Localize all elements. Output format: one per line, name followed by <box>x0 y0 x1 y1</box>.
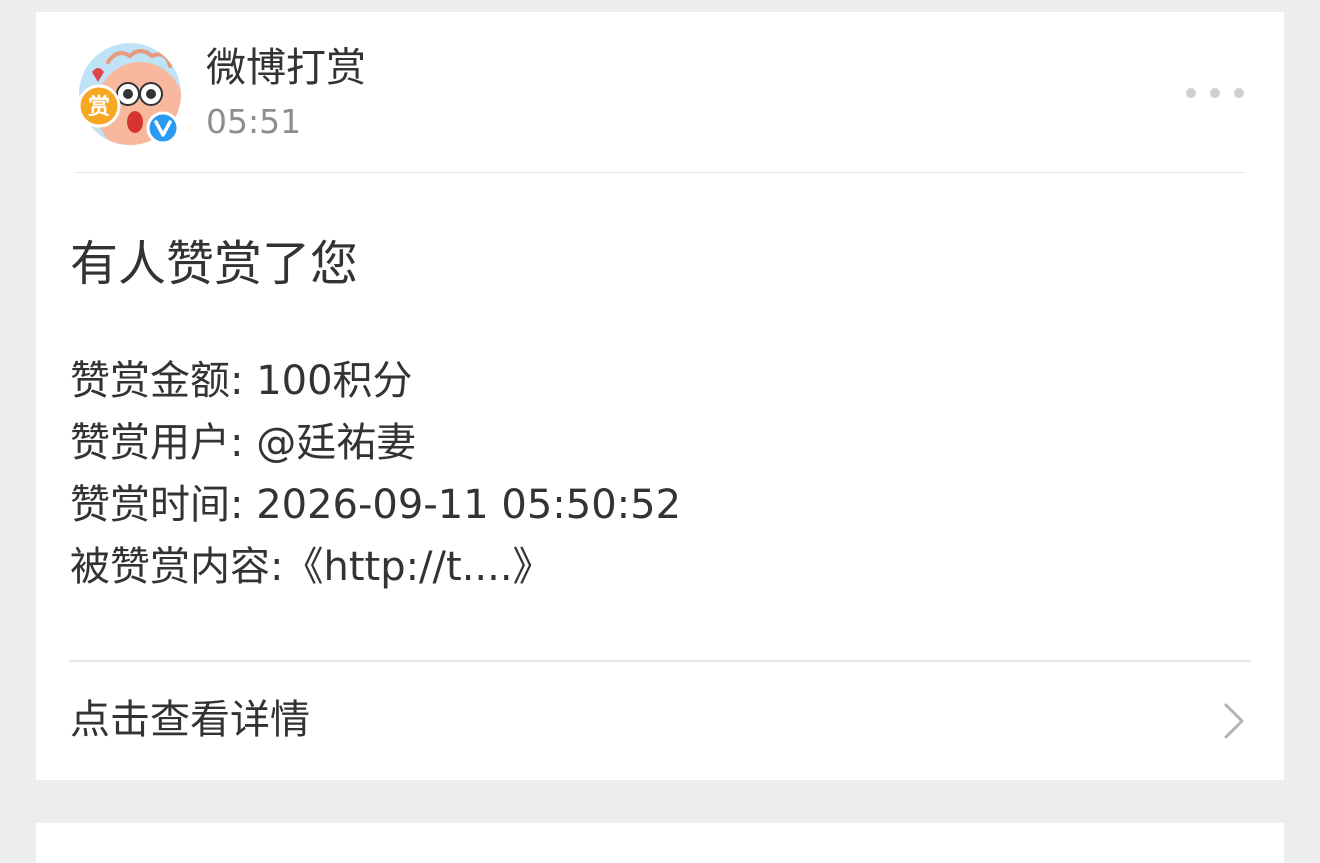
reward-amount-line: 赞赏金额: 100积分 <box>70 358 413 404</box>
message-title: 有人赞赏了您 <box>70 236 359 292</box>
view-details-label: 点击查看详情 <box>70 697 310 743</box>
more-dot <box>1210 88 1220 98</box>
header-divider <box>76 172 1244 173</box>
more-dot <box>1186 88 1196 98</box>
more-dot <box>1234 88 1244 98</box>
post-time: 05:51 <box>206 102 302 141</box>
reward-time-line: 赞赏时间: 2026-09-11 05:50:52 <box>70 482 682 528</box>
avatar[interactable]: 赏 <box>78 42 182 146</box>
notification-card: 赏 微博打赏 05:51 有人赞赏了您 赞赏金额: 100积分 赞赏用户: @廷… <box>36 12 1284 780</box>
more-button[interactable] <box>1186 78 1244 108</box>
reward-user-line: 赞赏用户: @廷祐妻 <box>70 420 417 466</box>
avatar-badge-char: 赏 <box>88 95 110 120</box>
verified-badge-icon <box>146 111 180 145</box>
sender-name[interactable]: 微博打赏 <box>206 42 366 94</box>
next-notification-card <box>36 823 1284 863</box>
message-details: 赞赏金额: 100积分 赞赏用户: @廷祐妻 赞赏时间: 2026-09-11 … <box>70 350 681 598</box>
chevron-right-icon <box>1224 703 1244 739</box>
view-details-button[interactable]: 点击查看详情 <box>36 662 1284 780</box>
rewarded-content-line: 被赞赏内容:《http://t....》 <box>70 544 553 590</box>
